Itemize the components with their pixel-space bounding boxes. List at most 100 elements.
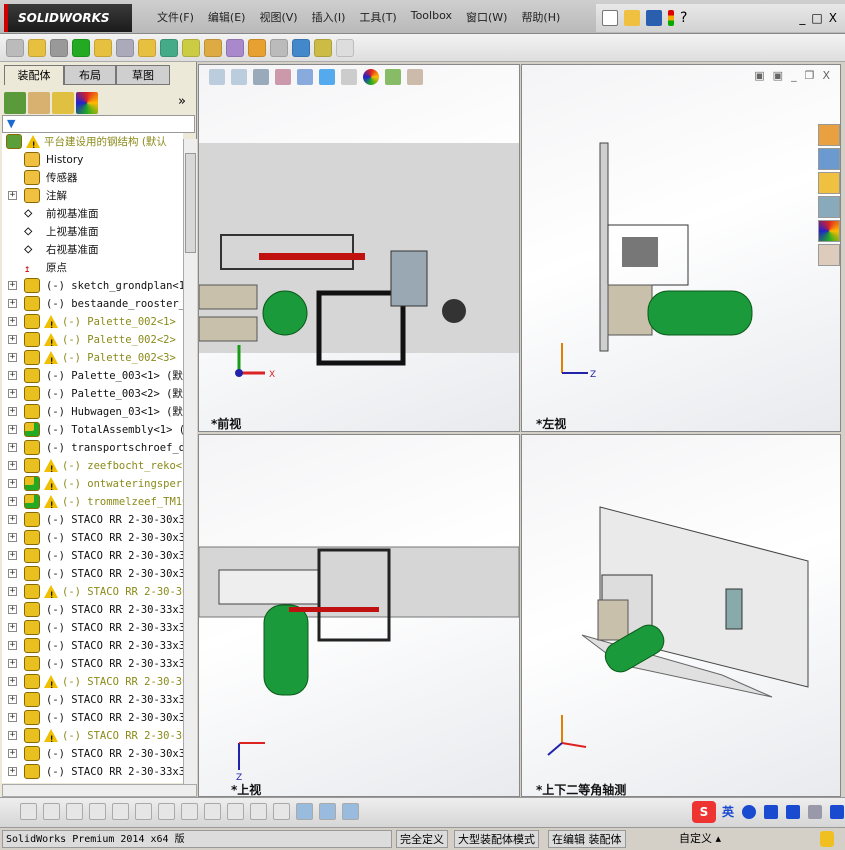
feature-manager-icon[interactable] [4, 92, 26, 114]
toolbar-command-icon[interactable] [204, 38, 222, 57]
ime-language-toggle[interactable]: 英 [722, 803, 734, 820]
new-document-icon[interactable] [602, 10, 618, 26]
expand-toggle[interactable]: + [8, 587, 17, 596]
ime-user-icon[interactable] [808, 805, 822, 819]
tree-item[interactable]: + (-) Palette_003<1> (默认 [2, 367, 183, 385]
menu-item[interactable]: 编辑(E) [201, 9, 253, 25]
rebuild-traffic-light-icon[interactable] [668, 10, 674, 26]
tab-layout[interactable]: 布局 [64, 65, 116, 85]
expand-toggle[interactable]: + [8, 299, 17, 308]
expand-toggle[interactable]: + [8, 623, 17, 632]
solidworks-logo[interactable]: SOLIDWORKS [4, 4, 132, 32]
tree-item[interactable]: +! (-) zeefbocht_reko<1 [2, 457, 183, 475]
expand-toggle[interactable]: + [8, 767, 17, 776]
menu-item[interactable]: 插入(I) [305, 9, 353, 25]
expand-toggle[interactable]: + [8, 533, 17, 542]
toolbar-command-icon[interactable] [160, 38, 178, 57]
tab-assembly[interactable]: 装配体 [4, 65, 64, 85]
tree-item[interactable]: + (-) STACO RR 2-30-30x30 [2, 547, 183, 565]
fillet-icon[interactable] [158, 803, 175, 820]
expand-toggle[interactable]: + [8, 569, 17, 578]
toolbar-command-icon[interactable] [270, 38, 288, 57]
menu-item[interactable]: 文件(F) [150, 9, 201, 25]
viewport-isometric[interactable]: *上下二等角轴测 [521, 434, 841, 797]
circle-icon[interactable] [43, 803, 60, 820]
tree-item[interactable]: +! (-) STACO RR 2-30-30: [2, 583, 183, 601]
tree-item[interactable]: ◇ 右视基准面 [2, 241, 183, 259]
tree-item[interactable]: +! (-) trommelzeef_TM100 [2, 493, 183, 511]
restore-button[interactable]: □ [811, 11, 822, 25]
four-view-icon[interactable] [342, 803, 359, 820]
tree-item[interactable]: +! (-) ontwateringspers [2, 475, 183, 493]
expand-toggle[interactable]: + [8, 191, 17, 200]
point-icon[interactable] [20, 803, 37, 820]
expand-toggle[interactable]: + [8, 605, 17, 614]
file-explorer-icon[interactable] [818, 172, 840, 194]
tree-item[interactable]: + (-) Palette_003<2> (默认 [2, 385, 183, 403]
toolbar-command-icon[interactable] [248, 38, 266, 57]
expand-toggle[interactable]: + [8, 353, 17, 362]
ime-punctuation-icon[interactable] [764, 805, 778, 819]
expand-toggle[interactable]: + [8, 695, 17, 704]
angle-icon[interactable] [273, 803, 290, 820]
tree-item[interactable]: + (-) STACO RR 2-30-33x33 [2, 601, 183, 619]
tree-item[interactable]: + (-) TotalAssembly<1> (默 [2, 421, 183, 439]
tag-icon[interactable] [820, 831, 834, 847]
expand-toggle[interactable]: + [8, 281, 17, 290]
tree-item[interactable]: ◇ 上视基准面 [2, 223, 183, 241]
tree-item[interactable]: + (-) STACO RR 2-30-33x33 [2, 637, 183, 655]
tree-item[interactable]: ↥ 原点 [2, 259, 183, 277]
toolbar-command-icon[interactable] [116, 38, 134, 57]
polygon-icon[interactable] [89, 803, 106, 820]
menu-item[interactable]: 帮助(H) [514, 9, 567, 25]
tree-item[interactable]: ! 平台建设用的钢结构 (默认 [2, 133, 183, 151]
sogou-ime-icon[interactable]: S [692, 801, 716, 823]
appearances-icon[interactable] [818, 220, 840, 242]
tree-item[interactable]: +! (-) STACO RR 2-30-30: [2, 673, 183, 691]
single-view-icon[interactable] [319, 803, 336, 820]
grid-icon[interactable] [250, 803, 267, 820]
viewport-top[interactable]: Z *上视 [198, 434, 520, 797]
tree-item[interactable]: + (-) STACO RR 2-30-33x33 [2, 691, 183, 709]
tree-item[interactable]: + (-) STACO RR 2-30-33x33 [2, 619, 183, 637]
menu-item[interactable]: Toolbox [404, 9, 459, 25]
expand-toggle[interactable]: + [8, 749, 17, 758]
expand-toggle[interactable]: + [8, 659, 17, 668]
tree-item[interactable]: + (-) STACO RR 2-30-33x33 [2, 655, 183, 673]
expand-toggle[interactable]: + [8, 317, 17, 326]
tree-item[interactable]: + (-) STACO RR 2-30-33x33 [2, 763, 183, 781]
expand-toggle[interactable]: + [8, 677, 17, 686]
tree-item[interactable]: +! (-) Palette_002<3> ( [2, 349, 183, 367]
toolbar-command-icon[interactable] [336, 38, 354, 57]
close-button[interactable]: X [829, 11, 837, 25]
expand-toggle[interactable]: + [8, 407, 17, 416]
tree-item[interactable]: + 注解 [2, 187, 183, 205]
expand-toggle[interactable]: + [8, 731, 17, 740]
help-icon[interactable]: ? [680, 10, 687, 26]
tree-item[interactable]: +! (-) STACO RR 2-30-30: [2, 727, 183, 745]
expand-toggle[interactable]: + [8, 461, 17, 470]
expand-toggle[interactable]: + [8, 389, 17, 398]
expand-toggle[interactable]: + [8, 497, 17, 506]
expand-panel-button[interactable]: » [178, 94, 186, 109]
view-palette-icon[interactable] [818, 196, 840, 218]
units-selector[interactable]: 自定义 ▴ [640, 830, 760, 848]
filter-input[interactable]: ▼ [2, 115, 195, 133]
tree-item[interactable]: + (-) transportschroef_di [2, 439, 183, 457]
toolbar-command-icon[interactable] [226, 38, 244, 57]
toolbar-command-icon[interactable] [72, 38, 90, 57]
toolbar-command-icon[interactable] [50, 38, 68, 57]
expand-toggle[interactable]: + [8, 479, 17, 488]
tree-item[interactable]: +! (-) Palette_002<1> ( [2, 313, 183, 331]
configuration-manager-icon[interactable] [52, 92, 74, 114]
expand-toggle[interactable]: + [8, 425, 17, 434]
ime-skin-icon[interactable] [830, 805, 844, 819]
convert-icon[interactable] [135, 803, 152, 820]
menu-item[interactable]: 窗口(W) [459, 9, 514, 25]
tree-scrollbar[interactable] [183, 139, 197, 784]
tab-sketch[interactable]: 草图 [116, 65, 170, 85]
tree-item[interactable]: ◇ 前视基准面 [2, 205, 183, 223]
toolbar-command-icon[interactable] [94, 38, 112, 57]
toolbar-command-icon[interactable] [28, 38, 46, 57]
solidworks-resources-icon[interactable] [818, 124, 840, 146]
